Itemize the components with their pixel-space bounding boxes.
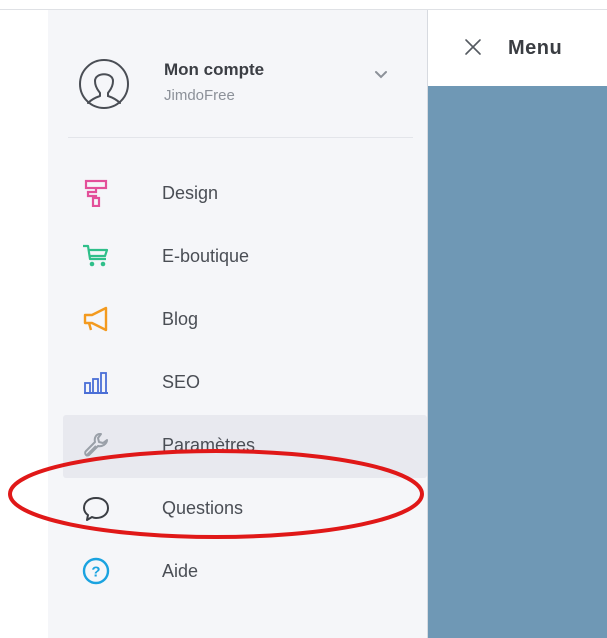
shopping-cart-icon <box>83 244 109 267</box>
sidebar-item-label: Paramètres <box>162 435 256 455</box>
chevron-down-icon[interactable] <box>374 70 388 80</box>
account-name: Mon compte <box>164 60 265 79</box>
speech-bubble-icon <box>83 497 109 521</box>
sidebar-item-e-boutique[interactable]: E-boutique <box>48 226 427 289</box>
megaphone-icon <box>83 306 108 332</box>
account-plan: JimdoFree <box>164 87 235 104</box>
wrench-icon <box>84 433 108 457</box>
svg-text:?: ? <box>91 564 100 581</box>
sidebar-nav: Design E-boutique Blog SEO Paramètres Qu… <box>48 163 427 604</box>
divider <box>68 137 413 138</box>
account-menu[interactable]: Mon compte JimdoFree <box>78 46 398 126</box>
sidebar-item-questions[interactable]: Questions <box>48 478 427 541</box>
menu-label[interactable]: Menu <box>508 37 562 60</box>
help-icon: ? <box>82 557 110 585</box>
sidebar-item-label: Questions <box>162 498 244 518</box>
bar-chart-icon <box>84 372 108 394</box>
user-avatar-icon <box>79 59 129 109</box>
menu-toggle-bar[interactable]: Menu <box>428 10 607 86</box>
sidebar-item-label: SEO <box>162 372 201 392</box>
sidebar: Mon compte JimdoFree Design E-boutique B… <box>48 10 428 638</box>
sidebar-item-parametres[interactable]: Paramètres <box>63 415 427 478</box>
website-preview <box>428 86 607 638</box>
sidebar-item-label: Design <box>162 183 219 203</box>
paint-roller-icon <box>84 179 108 207</box>
close-icon[interactable] <box>464 38 482 56</box>
sidebar-item-label: E-boutique <box>162 246 250 266</box>
sidebar-item-label: Blog <box>162 309 199 329</box>
sidebar-item-blog[interactable]: Blog <box>48 289 427 352</box>
sidebar-item-seo[interactable]: SEO <box>48 352 427 415</box>
sidebar-item-aide[interactable]: ? Aide <box>48 541 427 604</box>
sidebar-item-design[interactable]: Design <box>48 163 427 226</box>
sidebar-item-label: Aide <box>162 561 199 581</box>
window-top-border <box>0 0 607 10</box>
